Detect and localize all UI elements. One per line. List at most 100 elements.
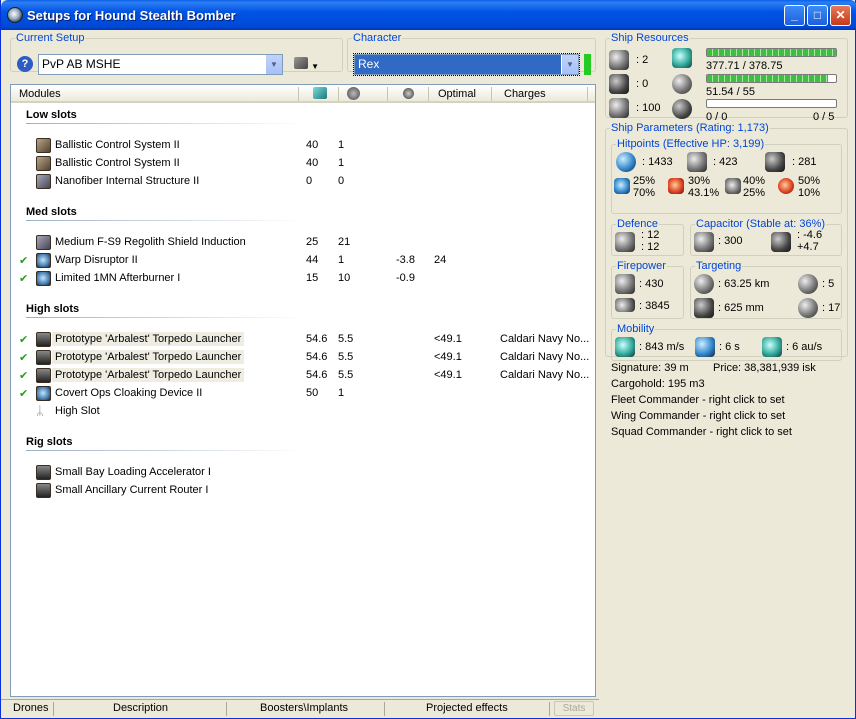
window-title: Setups for Hound Stealth Bomber bbox=[27, 8, 236, 23]
kinetic-resist-icon bbox=[725, 178, 741, 194]
section-rig-slots: Rig slots bbox=[26, 436, 73, 448]
sensor-strength-icon bbox=[798, 298, 818, 318]
module-row[interactable]: Small Bay Loading Accelerator I bbox=[11, 464, 595, 482]
drone-bandwidth-icon bbox=[672, 99, 692, 119]
checkmark-icon: ✔ bbox=[19, 273, 29, 285]
empty-slot-icon: ᛦ bbox=[36, 403, 44, 418]
modules-column-headers: Modules Optimal Charges bbox=[11, 85, 595, 103]
stats-button[interactable]: Stats bbox=[554, 701, 594, 716]
col-modules[interactable]: Modules bbox=[19, 88, 61, 100]
setup-menu-button[interactable]: ▼ bbox=[294, 57, 324, 73]
module-row[interactable]: ✔ Prototype 'Arbalest' Torpedo Launcher … bbox=[11, 349, 595, 367]
nanofiber-icon bbox=[36, 174, 51, 189]
module-row[interactable]: Ballistic Control System II 40 1 bbox=[11, 137, 595, 155]
current-setup-legend: Current Setup bbox=[16, 32, 85, 44]
targeting-legend: Targeting bbox=[696, 260, 742, 272]
scan-resolution-icon bbox=[694, 298, 714, 318]
modules-panel[interactable]: Modules Optimal Charges Low slots Ballis… bbox=[10, 84, 596, 697]
cpu-bar bbox=[706, 48, 837, 57]
price-text: Price: 38,381,939 isk bbox=[713, 362, 816, 374]
checkmark-icon: ✔ bbox=[19, 352, 29, 364]
character-select-value: Rex bbox=[358, 57, 380, 71]
ship-menu-icon bbox=[294, 57, 308, 69]
rig-icon bbox=[36, 483, 51, 498]
tab-boosters-implants[interactable]: Boosters\Implants bbox=[260, 702, 348, 714]
torpedo-launcher-icon bbox=[36, 368, 51, 383]
thermal-resist-icon bbox=[668, 178, 684, 194]
align-time-icon bbox=[695, 337, 715, 357]
mobility-group: Mobility : 843 m/s : 6 s : 6 au/s bbox=[611, 323, 842, 361]
current-setup-group: Current Setup ? PvP AB MSHE ▼ ▼ bbox=[10, 32, 343, 75]
squad-commander-text[interactable]: Squad Commander - right click to set bbox=[611, 426, 792, 438]
capacitor-recharge-icon bbox=[771, 232, 791, 252]
cargohold-text: Cargohold: 195 m3 bbox=[611, 378, 705, 390]
ship-parameters-group: Ship Parameters (Rating: 1,173) Hitpoint… bbox=[605, 122, 848, 361]
capacitor-column-icon[interactable] bbox=[403, 88, 414, 99]
volley-icon bbox=[615, 298, 635, 312]
ship-resources-group: Ship Resources : 2 : 0 : 100 377.71 / 37… bbox=[605, 32, 848, 123]
setup-select[interactable]: PvP AB MSHE ▼ bbox=[38, 54, 283, 75]
em-resist-icon bbox=[614, 178, 630, 194]
chevron-down-icon[interactable]: ▼ bbox=[265, 55, 282, 74]
module-row[interactable]: ✔ Limited 1MN Afterburner I 15 10 -0.9 bbox=[11, 270, 595, 288]
powergrid-bar bbox=[706, 74, 837, 83]
checkmark-icon: ✔ bbox=[19, 334, 29, 346]
tab-description[interactable]: Description bbox=[113, 702, 168, 714]
hitpoints-legend: Hitpoints (Effective HP: 3,199) bbox=[617, 138, 765, 150]
defence-group: Defence : 12 : 12 bbox=[611, 218, 684, 256]
calibration-icon bbox=[609, 98, 629, 118]
drone-bar bbox=[706, 99, 837, 108]
powergrid-icon bbox=[672, 74, 692, 94]
title-bar[interactable]: Setups for Hound Stealth Bomber _ □ ✕ bbox=[1, 0, 856, 30]
module-row[interactable]: ✔ Warp Disruptor II 44 1 -3.8 24 bbox=[11, 252, 595, 270]
col-optimal[interactable]: Optimal bbox=[438, 88, 476, 100]
warp-speed-icon bbox=[762, 337, 782, 357]
cpu-icon bbox=[672, 48, 692, 68]
mobility-legend: Mobility bbox=[617, 323, 655, 335]
chevron-down-icon[interactable]: ▼ bbox=[561, 55, 578, 74]
section-med-slots: Med slots bbox=[26, 206, 77, 218]
module-row[interactable]: ✔ Prototype 'Arbalest' Torpedo Launcher … bbox=[11, 331, 595, 349]
col-charges[interactable]: Charges bbox=[504, 88, 546, 100]
structure-icon bbox=[765, 152, 785, 172]
close-button[interactable]: ✕ bbox=[830, 5, 851, 26]
torpedo-launcher-icon bbox=[36, 332, 51, 347]
character-select[interactable]: Rex ▼ bbox=[353, 53, 580, 76]
powergrid-column-icon[interactable] bbox=[347, 87, 360, 100]
setup-select-value: PvP AB MSHE bbox=[42, 57, 121, 71]
module-row[interactable]: ✔ Covert Ops Cloaking Device II 50 1 bbox=[11, 385, 595, 403]
turret-hardpoint-icon bbox=[609, 50, 629, 70]
shield-icon bbox=[616, 152, 636, 172]
section-high-slots: High slots bbox=[26, 303, 80, 315]
module-row[interactable]: Small Ancillary Current Router I bbox=[11, 482, 595, 500]
ballistic-control-icon bbox=[36, 156, 51, 171]
max-targets-icon bbox=[798, 274, 818, 294]
tab-projected-effects[interactable]: Projected effects bbox=[426, 702, 508, 714]
dps-icon bbox=[615, 274, 635, 294]
wing-commander-text[interactable]: Wing Commander - right click to set bbox=[611, 410, 785, 422]
capacitor-icon bbox=[694, 232, 714, 252]
ship-resources-legend: Ship Resources bbox=[611, 32, 689, 44]
module-row[interactable]: Medium F-S9 Regolith Shield Induction 25… bbox=[11, 234, 595, 252]
setups-window: Setups for Hound Stealth Bomber _ □ ✕ Cu… bbox=[0, 0, 856, 719]
ballistic-control-icon bbox=[36, 138, 51, 153]
character-group: Character Rex ▼ bbox=[347, 32, 596, 76]
character-status-indicator bbox=[584, 54, 591, 75]
maximize-button[interactable]: □ bbox=[807, 5, 828, 26]
tab-drones[interactable]: Drones bbox=[13, 702, 48, 714]
cloaking-device-icon bbox=[36, 386, 51, 401]
rig-icon bbox=[36, 465, 51, 480]
fleet-commander-text[interactable]: Fleet Commander - right click to set bbox=[611, 394, 785, 406]
module-row[interactable]: ✔ Prototype 'Arbalest' Torpedo Launcher … bbox=[11, 367, 595, 385]
module-row-empty[interactable]: ᛦ High Slot bbox=[11, 403, 595, 421]
checkmark-icon: ✔ bbox=[19, 370, 29, 382]
module-row[interactable]: Ballistic Control System II 40 1 bbox=[11, 155, 595, 173]
app-icon bbox=[7, 7, 23, 23]
ship-parameters-legend: Ship Parameters (Rating: 1,173) bbox=[611, 122, 769, 134]
help-icon[interactable]: ? bbox=[17, 56, 33, 72]
firepower-legend: Firepower bbox=[617, 260, 666, 272]
cpu-column-icon[interactable] bbox=[313, 87, 327, 99]
torpedo-launcher-icon bbox=[36, 350, 51, 365]
minimize-button[interactable]: _ bbox=[784, 5, 805, 26]
module-row[interactable]: Nanofiber Internal Structure II 0 0 bbox=[11, 173, 595, 191]
